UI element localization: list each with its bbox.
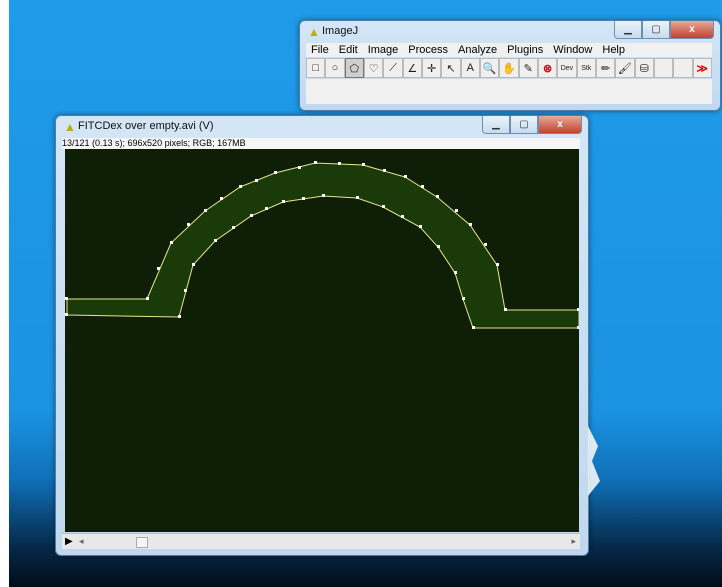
minimize-icon: ▁ xyxy=(492,119,500,130)
close-icon: x xyxy=(689,24,695,35)
menu-window[interactable]: Window xyxy=(548,43,597,57)
magnifier-tool-icon[interactable]: 🔍 xyxy=(479,58,500,78)
menu-analyze[interactable]: Analyze xyxy=(453,43,502,57)
polygon-tool-icon[interactable]: ⬠ xyxy=(344,58,364,78)
menu-plugins[interactable]: Plugins xyxy=(502,43,548,57)
polygon-roi[interactable] xyxy=(66,162,580,329)
imagej-titlebar[interactable]: ▲ ImageJ ▁ ▢ x xyxy=(300,21,720,43)
close-icon: x xyxy=(557,119,563,130)
menu-help[interactable]: Help xyxy=(597,43,630,57)
rectangle-tool-icon[interactable]: □ xyxy=(306,58,326,78)
brush-tool-icon[interactable]: 🖌 xyxy=(615,58,635,78)
play-icon[interactable]: ▶ xyxy=(65,536,73,547)
image-window-title: FITCDex over empty.avi (V) xyxy=(78,120,214,132)
maximize-button[interactable]: ▢ xyxy=(642,21,670,39)
color-picker-icon[interactable]: ✎ xyxy=(518,58,538,78)
scroll-left-icon[interactable]: ◂ xyxy=(79,536,84,547)
pencil-tool-icon[interactable]: ✏ xyxy=(595,58,616,78)
stack-slider[interactable]: ▶ ◂ ▸ xyxy=(62,533,580,549)
maximize-icon: ▢ xyxy=(519,119,529,130)
empty-tool-slot xyxy=(653,58,674,78)
line-tool-icon[interactable]: ⟋ xyxy=(383,58,403,78)
imagej-app-icon: ▲ xyxy=(64,120,76,134)
minimize-icon: ▁ xyxy=(624,24,632,35)
maximize-icon: ▢ xyxy=(651,24,661,35)
point-tool-icon[interactable]: ✛ xyxy=(421,58,442,78)
image-canvas[interactable] xyxy=(65,149,580,532)
image-window: ▲ FITCDex over empty.avi (V) ▁ ▢ x 13/12… xyxy=(55,115,589,556)
image-info-line: 13/121 (0.13 s); 696x520 pixels; RGB; 16… xyxy=(62,138,580,149)
imagej-status-bar xyxy=(306,79,712,104)
stop-icon[interactable]: ⊗ xyxy=(537,58,558,78)
slider-thumb[interactable] xyxy=(136,537,148,548)
close-button[interactable]: x xyxy=(670,21,714,39)
text-tool-icon[interactable]: A xyxy=(460,58,480,78)
desktop-wallpaper-shape xyxy=(588,426,600,496)
close-button[interactable]: x xyxy=(538,116,582,134)
roi-overlay xyxy=(65,161,580,329)
wand-tool-icon[interactable]: ↖ xyxy=(441,58,461,78)
maximize-button[interactable]: ▢ xyxy=(510,116,538,134)
angle-tool-icon[interactable]: ∠ xyxy=(402,58,422,78)
imagej-window: ▲ ImageJ ▁ ▢ x File Edit Image Process A… xyxy=(299,20,721,111)
menu-edit[interactable]: Edit xyxy=(334,43,363,57)
scroll-right-icon[interactable]: ▸ xyxy=(571,536,576,547)
dev-menu-icon[interactable]: Dev xyxy=(557,58,577,78)
hand-tool-icon[interactable]: ✋ xyxy=(499,58,519,78)
desktop-left-strip xyxy=(0,0,9,587)
image-window-titlebar[interactable]: ▲ FITCDex over empty.avi (V) ▁ ▢ x xyxy=(56,116,588,138)
menu-file[interactable]: File xyxy=(306,43,334,57)
imagej-menubar: File Edit Image Process Analyze Plugins … xyxy=(306,43,712,57)
more-tools-icon[interactable]: ≫ xyxy=(692,58,712,78)
minimize-button[interactable]: ▁ xyxy=(614,21,642,39)
imagej-app-icon: ▲ xyxy=(308,25,320,39)
flood-fill-tool-icon[interactable]: ⛁ xyxy=(634,58,654,78)
empty-tool-slot xyxy=(673,58,693,78)
imagej-toolbar: □ ○ ⬠ ♡ ⟋ ∠ ✛ ↖ A 🔍 ✋ ✎ ⊗ Dev Stk ✏ 🖌 ⛁ … xyxy=(306,58,712,78)
menu-image[interactable]: Image xyxy=(363,43,404,57)
menu-process[interactable]: Process xyxy=(403,43,453,57)
minimize-button[interactable]: ▁ xyxy=(482,116,510,134)
freehand-tool-icon[interactable]: ♡ xyxy=(363,58,384,78)
imagej-title: ImageJ xyxy=(322,25,359,37)
stk-menu-icon[interactable]: Stk xyxy=(576,58,596,78)
oval-tool-icon[interactable]: ○ xyxy=(325,58,345,78)
